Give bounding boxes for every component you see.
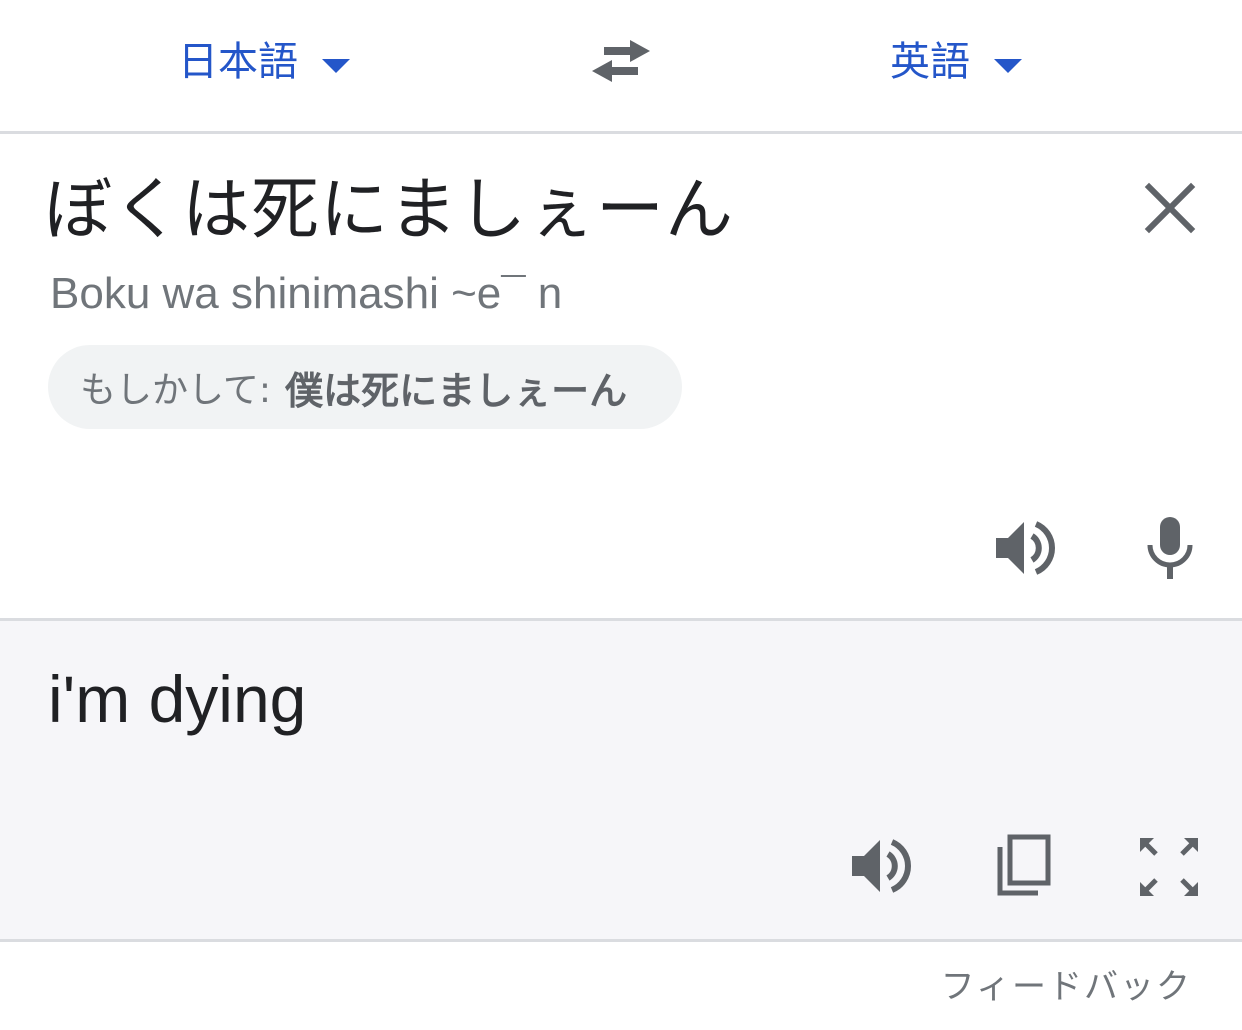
divider [0,939,1242,942]
swap-arrows-icon [592,40,650,82]
speaker-icon [996,521,1055,575]
translation-output: i'm dying [48,662,307,736]
swap-languages-button[interactable] [590,36,652,86]
fullscreen-icon [1140,838,1198,896]
language-bar: 日本語 英語 [0,0,1242,134]
source-listen-button[interactable] [994,518,1058,578]
romanization-text: Boku wa shinimashi ~e¯ n [50,269,563,318]
microphone-icon [1147,517,1193,579]
source-input[interactable]: ぼくは死にましぇーん [44,166,734,256]
copy-icon [997,834,1051,896]
source-language-label: 日本語 [178,39,298,85]
suggestion-text: 僕は死にましぇーん [285,368,628,413]
chevron-down-icon [322,59,350,73]
did-you-mean-suggestion[interactable]: もしかして: 僕は死にましぇーん [48,345,682,429]
source-language-selector[interactable]: 日本語 [178,32,350,92]
feedback-link[interactable]: フィードバック [941,962,1192,1012]
target-language-label: 英語 [890,39,970,85]
speaker-icon [852,839,911,893]
close-icon [1144,182,1196,234]
clear-input-button[interactable] [1144,182,1196,234]
voice-input-button[interactable] [1144,515,1196,581]
fullscreen-button[interactable] [1138,836,1200,898]
copy-translation-button[interactable] [994,833,1054,899]
suggestion-label: もしかして: [80,370,272,411]
target-language-selector[interactable]: 英語 [890,32,1022,92]
result-listen-button[interactable] [850,836,914,896]
chevron-down-icon [994,59,1022,73]
